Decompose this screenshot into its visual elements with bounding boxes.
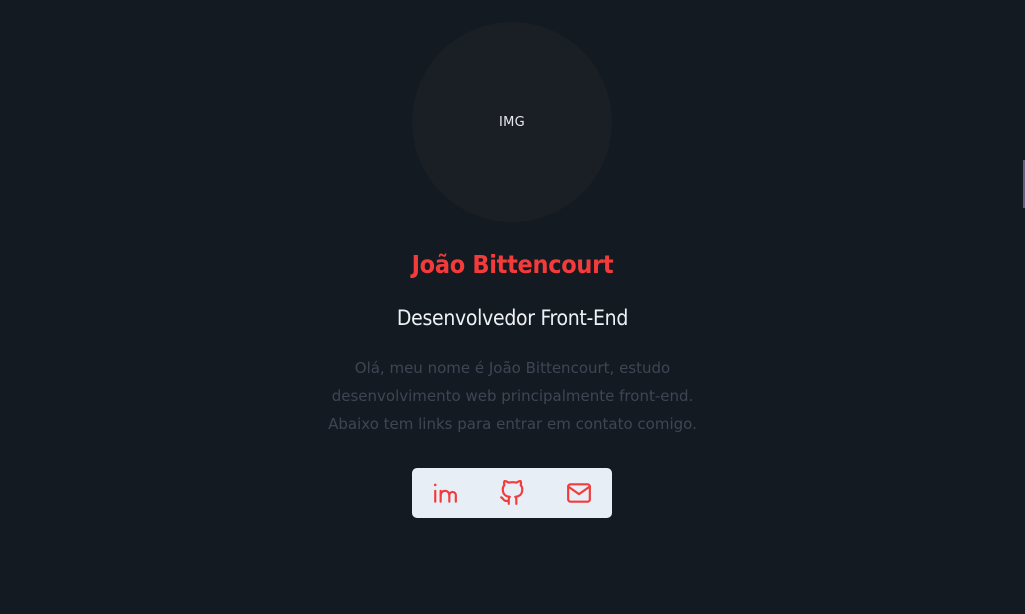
- github-icon: [499, 480, 525, 506]
- avatar-placeholder-label: IMG: [498, 114, 526, 130]
- bio-line: desenvolvimento web principalmente front…: [331, 387, 694, 405]
- email-link[interactable]: [564, 478, 594, 508]
- linkedin-icon: [432, 480, 458, 506]
- profile-page: IMG João Bittencourt Desenvolvedor Front…: [0, 0, 1025, 614]
- profile-role: Desenvolvedor Front-End: [396, 306, 629, 330]
- bio-line: Abaixo tem links para entrar em contato …: [328, 415, 697, 433]
- avatar: IMG: [412, 22, 612, 222]
- github-link[interactable]: [497, 478, 527, 508]
- mail-icon: [566, 480, 592, 506]
- bio-line: Olá, meu nome é João Bittencourt, estudo: [354, 359, 671, 377]
- linkedin-link[interactable]: [430, 478, 460, 508]
- profile-bio: Olá, meu nome é João Bittencourt, estudo…: [0, 354, 1025, 438]
- social-links-bar: [412, 468, 612, 518]
- profile-name: João Bittencourt: [411, 250, 614, 279]
